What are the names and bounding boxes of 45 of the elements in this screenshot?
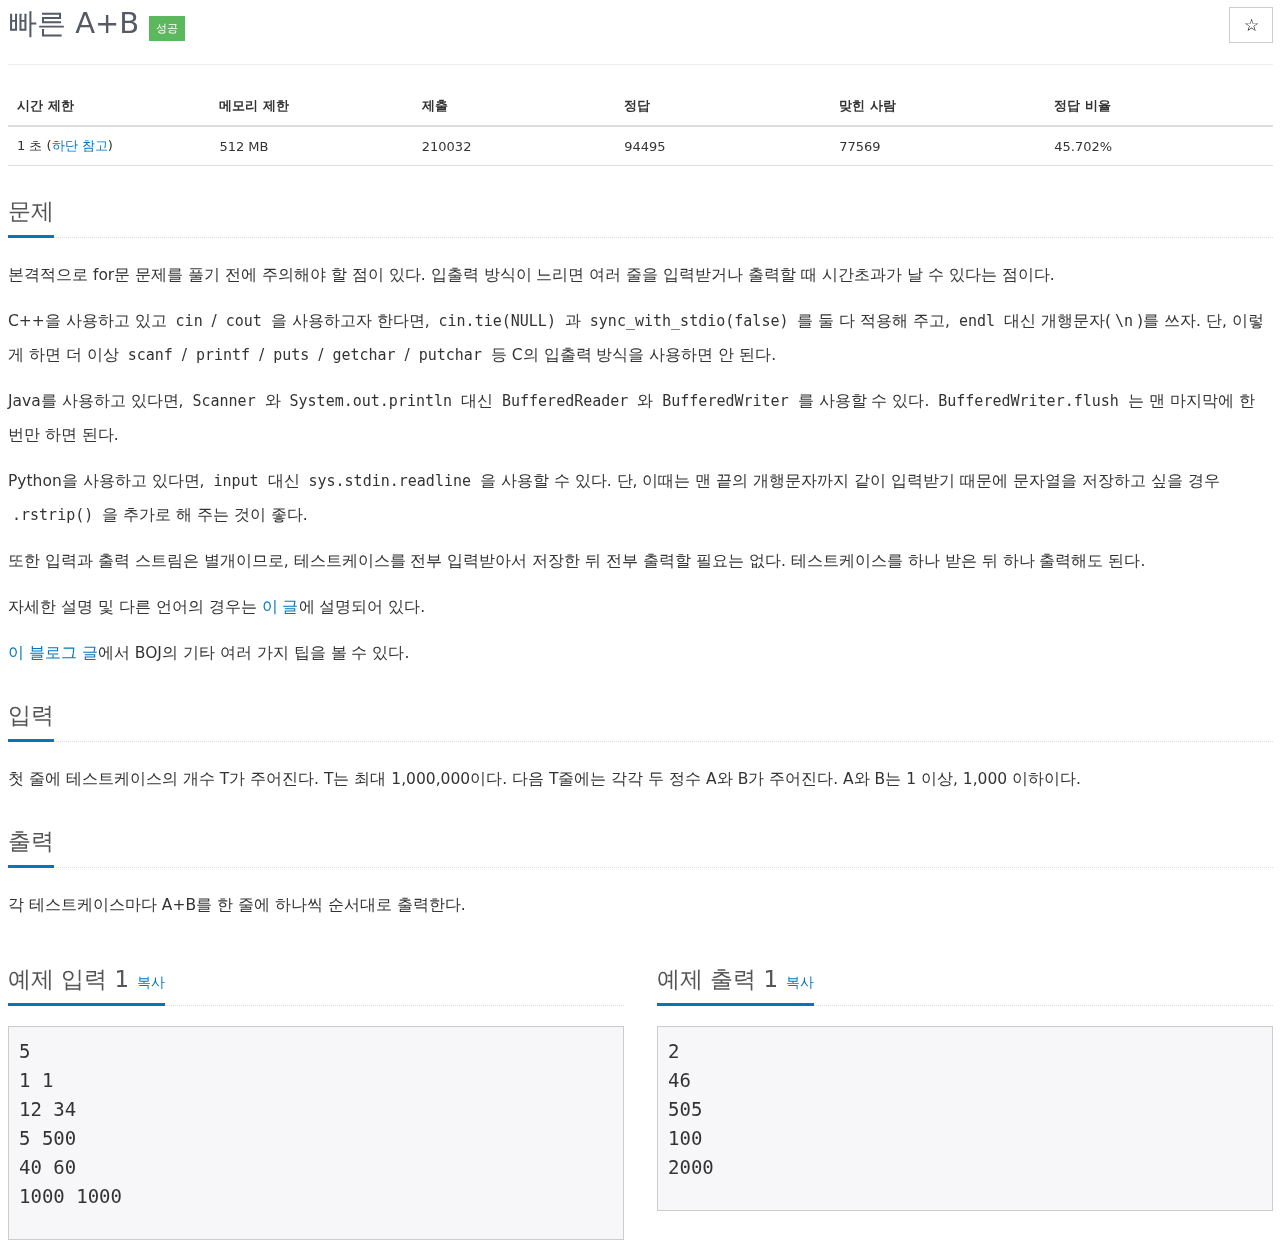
column-header: 정답 bbox=[615, 87, 831, 126]
paragraph: 이 블로그 글에서 BOJ의 기타 여러 가지 팁을 볼 수 있다. bbox=[8, 643, 411, 664]
table-cell: 45.702% bbox=[1045, 126, 1273, 166]
code-line: 2 bbox=[668, 1039, 681, 1064]
paragraph: C++을 사용하고 있고 cin / cout 을 사용하고자 한다면, cin.tie(NULL) 과 sync_with_stdio(false) 를 둘 다 적용해 주고, endl 대신 개행문자( \n )를 쓰자. 단, 이렇게 하면 더 이상 scanf / printf / puts / getchar / putchar 등 C의 입출력 방식을 사용하면 안 된다. bbox=[8, 311, 1265, 366]
code-line: 5 500 bbox=[19, 1126, 78, 1151]
status-badge: 성공 bbox=[149, 15, 186, 41]
section-heading: 예제 출력 1 bbox=[657, 966, 779, 992]
code-line: 100 bbox=[668, 1126, 704, 1151]
text-link[interactable]: 이 블로그 글 bbox=[8, 644, 98, 662]
copy-link[interactable]: 복사 bbox=[136, 974, 165, 990]
column-header: 시간 제한 bbox=[8, 87, 211, 126]
code-line: 505 bbox=[668, 1097, 704, 1122]
table-cell: 94495 bbox=[615, 126, 831, 166]
section-heading: 문제 bbox=[8, 196, 54, 238]
paragraph: 첫 줄에 테스트케이스의 개수 T가 주어진다. T는 최대 1,000,000이다. 다음 T줄에는 각각 두 정수 A와 B가 주어진다. A와 B는 1 이상, 1,000 이하이다. bbox=[8, 769, 1083, 790]
paragraph: 자세한 설명 및 다른 언어의 경우는 이 글에 설명되어 있다. bbox=[8, 597, 427, 618]
column-header: 제출 bbox=[412, 87, 616, 126]
column-header: 정답 비율 bbox=[1045, 87, 1273, 126]
section-heading: 출력 bbox=[8, 826, 54, 868]
problem-title: 빠른 A+B bbox=[8, 5, 140, 42]
table-cell: 210032 bbox=[412, 126, 616, 166]
column-header: 메모리 제한 bbox=[210, 87, 413, 126]
code-line: 40 60 bbox=[19, 1155, 78, 1180]
star-button[interactable]: ☆ bbox=[1229, 7, 1273, 43]
code-line: 2000 bbox=[668, 1155, 715, 1180]
paragraph: 또한 입력과 출력 스트림은 별개이므로, 테스트케이스를 전부 입력받아서 저장한 뒤 전부 출력할 필요는 없다. 테스트케이스를 하나 받은 뒤 하나 출력해도 된다. bbox=[8, 551, 1147, 572]
code-line: 46 bbox=[668, 1068, 692, 1093]
column-header: 맞힌 사람 bbox=[830, 87, 1046, 126]
section-heading: 예제 입력 1 bbox=[8, 966, 130, 992]
section-heading: 입력 bbox=[8, 700, 54, 742]
code-line: 1000 1000 bbox=[19, 1184, 123, 1209]
paragraph: 각 테스트케이스마다 A+B를 한 줄에 하나씩 순서대로 출력한다. bbox=[8, 895, 467, 916]
paragraph: 본격적으로 for문 문제를 풀기 전에 주의해야 할 점이 있다. 입출력 방식이 느리면 여러 줄을 입력받거나 출력할 때 시간초과가 날 수 있다는 점이다. bbox=[8, 265, 1056, 286]
copy-link[interactable]: 복사 bbox=[785, 974, 814, 990]
paragraph: Java를 사용하고 있다면, Scanner 와 System.out.println 대신 BufferedReader 와 BufferedWriter 를 사용할 수 있다. BufferedWriter.flush 는 맨 마지막에 한 번만 하면 된다. bbox=[8, 391, 1256, 446]
text-link[interactable]: 하단 참고 bbox=[51, 138, 108, 153]
code-line: 12 34 bbox=[19, 1097, 78, 1122]
code-line: 1 1 bbox=[19, 1068, 55, 1093]
text-link[interactable]: 이 글 bbox=[261, 598, 299, 616]
table-cell: 512 MB bbox=[210, 126, 413, 166]
table-cell: 77569 bbox=[830, 126, 1046, 166]
paragraph: Python을 사용하고 있다면, input 대신 sys.stdin.readline 을 사용할 수 있다. 단, 이때는 맨 끝의 개행문자까지 같이 입력받기 때문에 문자열을 저장하고 싶을 경우 .rstrip() 을 추가로 해 주는 것이 좋다. bbox=[8, 471, 1221, 526]
code-line: 5 bbox=[19, 1039, 32, 1064]
table-cell: 1 초 (하단 참고) bbox=[8, 126, 211, 166]
